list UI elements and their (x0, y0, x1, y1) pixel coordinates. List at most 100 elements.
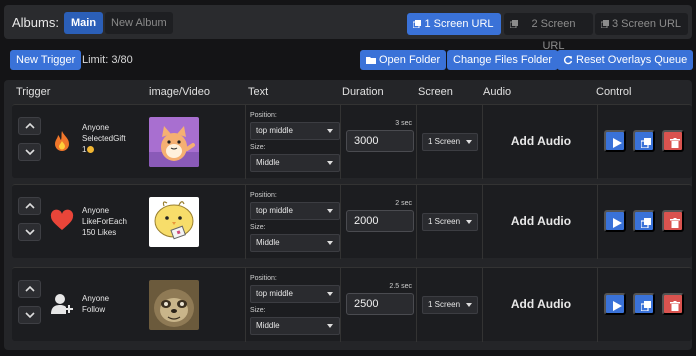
position-select[interactable]: top middle (250, 122, 340, 140)
delete-button[interactable] (662, 130, 684, 152)
column-header-media: image/Video (149, 86, 210, 98)
play-button[interactable] (604, 210, 626, 232)
reset-overlays-queue-button[interactable]: Reset Overlays Queue (557, 50, 694, 70)
audio-cell: Add Audio (482, 185, 598, 259)
delete-button[interactable] (662, 293, 684, 315)
duplicate-button[interactable] (633, 130, 655, 152)
change-files-folder-button[interactable]: Change Files Folder (447, 50, 559, 70)
trigger-description: Anyone Follow (82, 293, 109, 315)
open-folder-button[interactable]: Open Folder (360, 50, 447, 70)
trigger-event: LikeForEach (82, 217, 127, 226)
duration-seconds: 2.5 sec (389, 283, 412, 290)
media-thumbnail-sloth[interactable] (149, 280, 199, 330)
heart-icon (50, 209, 74, 230)
new-album-button[interactable]: New Album (105, 12, 173, 34)
chevron-down-icon (25, 312, 35, 319)
reset-queue-label: Reset Overlays Queue (576, 54, 688, 66)
chevron-up-icon (25, 285, 35, 292)
trigger-user: Anyone (82, 206, 110, 215)
chevron-up-icon (25, 122, 35, 129)
new-trigger-button[interactable]: New Trigger (10, 50, 82, 70)
screen-select[interactable]: 1 Screen (422, 296, 478, 314)
albums-label: Albums: (12, 15, 59, 30)
duration-input[interactable]: 2500 (346, 293, 414, 315)
screen-url-2-label: 2 Screen URL (531, 18, 576, 52)
folder-icon (366, 57, 376, 64)
screen-url-1-button[interactable]: 1 Screen URL (407, 13, 501, 35)
trigger-detail: 1 (82, 144, 126, 155)
move-up-button[interactable] (18, 280, 41, 298)
trigger-limit: Limit: 3/80 (82, 54, 133, 66)
column-header-trigger: Trigger (16, 86, 51, 98)
refresh-icon (563, 55, 573, 65)
duplicate-button[interactable] (633, 210, 655, 232)
trash-icon (670, 301, 680, 311)
move-down-button[interactable] (18, 223, 41, 241)
move-down-button[interactable] (18, 306, 41, 324)
albums-bar: Albums: Main New Album 1 Screen URL 2 Sc… (4, 5, 692, 52)
album-tab-main[interactable]: Main (64, 12, 104, 34)
trigger-user: Anyone (82, 123, 110, 132)
move-up-button[interactable] (18, 197, 41, 215)
add-audio-button[interactable]: Add Audio (483, 297, 599, 311)
delete-button[interactable] (662, 210, 684, 232)
screen-url-3-button[interactable]: 3 Screen URL (595, 13, 688, 35)
column-header-control: Control (596, 86, 632, 98)
copy-icon (641, 138, 651, 148)
text-settings: Position: top middle Size: Middle (245, 185, 341, 259)
audio-cell: Add Audio (482, 105, 598, 179)
media-thumbnail-chick[interactable] (149, 197, 199, 247)
add-user-icon (51, 294, 73, 314)
trigger-user: Anyone (82, 294, 110, 303)
column-header-text: Text (248, 86, 269, 98)
chevron-up-icon (25, 202, 35, 209)
triggers-panel: Trigger image/Video Text Duration Screen… (4, 80, 692, 350)
audio-cell: Add Audio (482, 268, 598, 342)
copy-icon (510, 20, 518, 28)
play-button[interactable] (604, 130, 626, 152)
position-label: Position: (250, 192, 277, 199)
move-down-button[interactable] (18, 143, 41, 161)
size-select[interactable]: Middle (250, 234, 340, 252)
duplicate-button[interactable] (633, 293, 655, 315)
position-select[interactable]: top middle (250, 285, 340, 303)
add-audio-button[interactable]: Add Audio (483, 214, 599, 228)
play-icon (613, 301, 622, 311)
duration-seconds: 2 sec (395, 200, 412, 207)
move-up-button[interactable] (18, 117, 41, 135)
chevron-down-icon (25, 149, 35, 156)
fire-icon (55, 131, 69, 151)
column-header-duration: Duration (342, 86, 384, 98)
column-header-audio: Audio (483, 86, 512, 98)
position-label: Position: (250, 275, 277, 282)
position-label: Position: (250, 112, 277, 119)
trigger-event: Follow (82, 305, 106, 314)
play-button[interactable] (604, 293, 626, 315)
size-label: Size: (250, 224, 266, 231)
trash-icon (670, 218, 680, 228)
screen-url-2-button[interactable]: 2 Screen URL (504, 13, 593, 52)
duration-settings: 2 sec 2000 (342, 185, 417, 259)
screen-url-1-label: 1 Screen URL (424, 18, 494, 30)
column-header-screen: Screen (418, 86, 453, 98)
chevron-down-icon (25, 229, 35, 236)
copy-icon (413, 20, 421, 28)
trigger-row: Anyone Follow Position: top middle Size:… (12, 267, 692, 342)
trigger-event: SelectedGift (82, 134, 126, 143)
trigger-detail: 150 Likes (82, 228, 117, 237)
add-audio-button[interactable]: Add Audio (483, 134, 599, 148)
size-label: Size: (250, 144, 266, 151)
screen-select[interactable]: 1 Screen (422, 133, 478, 151)
duration-input[interactable]: 3000 (346, 130, 414, 152)
size-select[interactable]: Middle (250, 154, 340, 172)
text-settings: Position: top middle Size: Middle (245, 268, 341, 342)
duration-input[interactable]: 2000 (346, 210, 414, 232)
trigger-row: Anyone LikeForEach 150 Likes Position: t… (12, 184, 692, 259)
text-settings: Position: top middle Size: Middle (245, 105, 341, 179)
copy-icon (641, 301, 651, 311)
screen-select[interactable]: 1 Screen (422, 213, 478, 231)
position-select[interactable]: top middle (250, 202, 340, 220)
media-thumbnail-cat[interactable] (149, 117, 199, 167)
size-select[interactable]: Middle (250, 317, 340, 335)
coin-icon (87, 146, 95, 154)
